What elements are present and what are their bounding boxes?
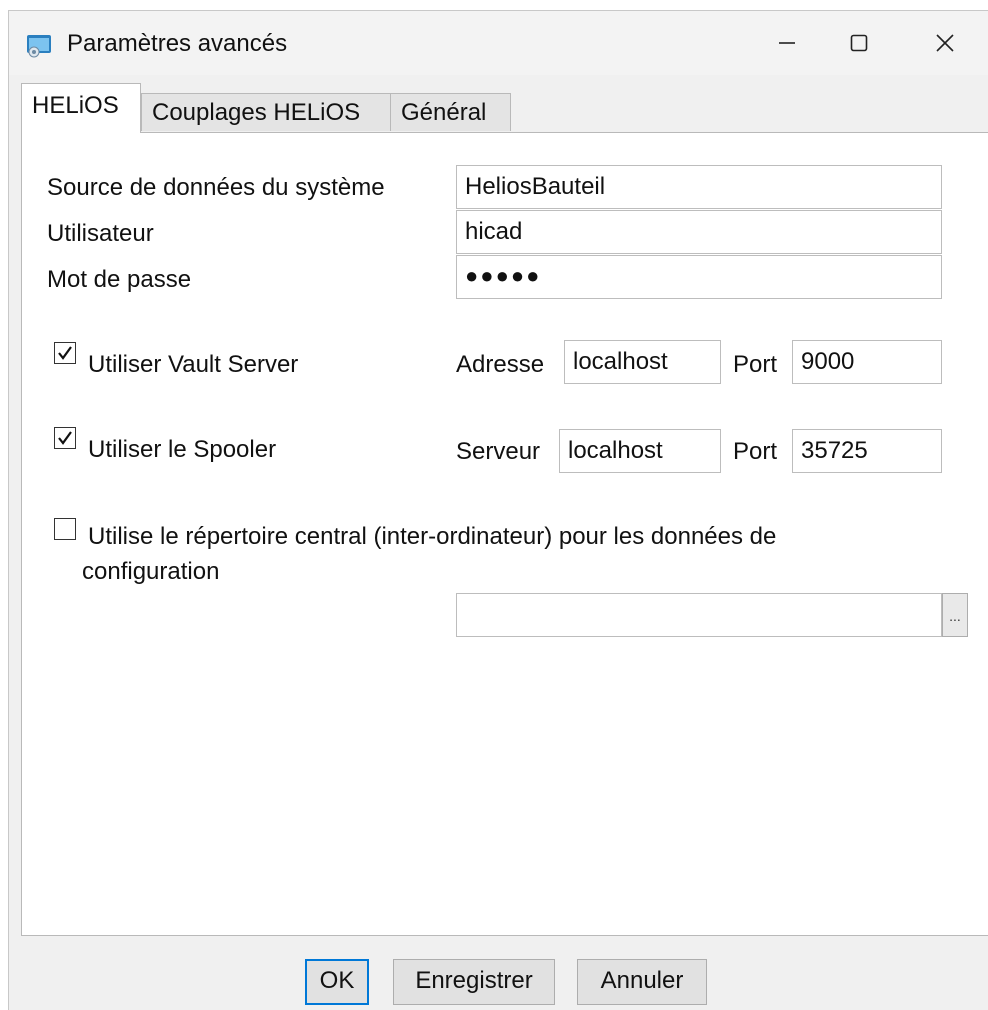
close-icon xyxy=(935,33,955,53)
tab-panel-helios: Source de données du système Utilisateur… xyxy=(21,132,988,936)
tab-couplages-helios[interactable]: Couplages HELiOS xyxy=(141,93,391,131)
maximize-icon xyxy=(850,34,868,52)
app-window-icon xyxy=(26,32,52,58)
central-dir-checkbox-label-line2[interactable]: configuration xyxy=(82,557,219,587)
vault-address-label: Adresse xyxy=(456,351,545,378)
password-field[interactable]: ●●●●● xyxy=(456,255,942,299)
tab-general-label: Général xyxy=(401,99,487,126)
spooler-checkbox-label[interactable]: Utiliser le Spooler xyxy=(88,435,276,465)
tab-helios-label: HELiOS xyxy=(32,92,119,119)
checkmark-icon xyxy=(58,431,72,445)
data-source-label: Source de données du système xyxy=(47,174,385,201)
checkmark-icon xyxy=(58,346,72,360)
vault-port-field[interactable] xyxy=(792,340,942,384)
tab-general[interactable]: Général xyxy=(390,93,511,131)
vault-address-field[interactable] xyxy=(564,340,721,384)
spooler-port-field[interactable] xyxy=(792,429,942,473)
data-source-field[interactable] xyxy=(456,165,942,209)
save-button[interactable]: Enregistrer xyxy=(393,959,555,1005)
cancel-button[interactable]: Annuler xyxy=(577,959,707,1005)
window-title: Paramètres avancés xyxy=(67,30,288,57)
spooler-port-label: Port xyxy=(733,438,778,465)
user-field[interactable] xyxy=(456,210,942,254)
vault-checkbox-label[interactable]: Utiliser Vault Server xyxy=(88,350,298,380)
minimize-icon xyxy=(778,34,796,52)
minimize-button[interactable] xyxy=(751,11,823,75)
title-bar[interactable]: Paramètres avancés xyxy=(9,11,988,75)
dialog-window: Paramètres avancés HELiOS Couplages HELi… xyxy=(8,10,988,1010)
vault-checkbox[interactable] xyxy=(54,342,76,364)
maximize-button[interactable] xyxy=(823,11,895,75)
spooler-server-field[interactable] xyxy=(559,429,721,473)
central-dir-checkbox[interactable] xyxy=(54,518,76,540)
ok-button[interactable]: OK xyxy=(305,959,369,1005)
central-dir-path-field[interactable] xyxy=(456,593,942,637)
tab-helios[interactable]: HELiOS xyxy=(21,83,141,133)
close-button[interactable] xyxy=(909,11,981,75)
central-dir-checkbox-label-line1[interactable]: Utilise le répertoire central (inter-ord… xyxy=(88,522,776,552)
spooler-server-label: Serveur xyxy=(456,438,541,465)
tab-couplages-helios-label: Couplages HELiOS xyxy=(152,99,361,126)
password-label: Mot de passe xyxy=(47,266,192,293)
user-label: Utilisateur xyxy=(47,220,154,247)
vault-port-label: Port xyxy=(733,351,778,378)
browse-button[interactable]: ... xyxy=(942,593,968,637)
spooler-checkbox[interactable] xyxy=(54,427,76,449)
